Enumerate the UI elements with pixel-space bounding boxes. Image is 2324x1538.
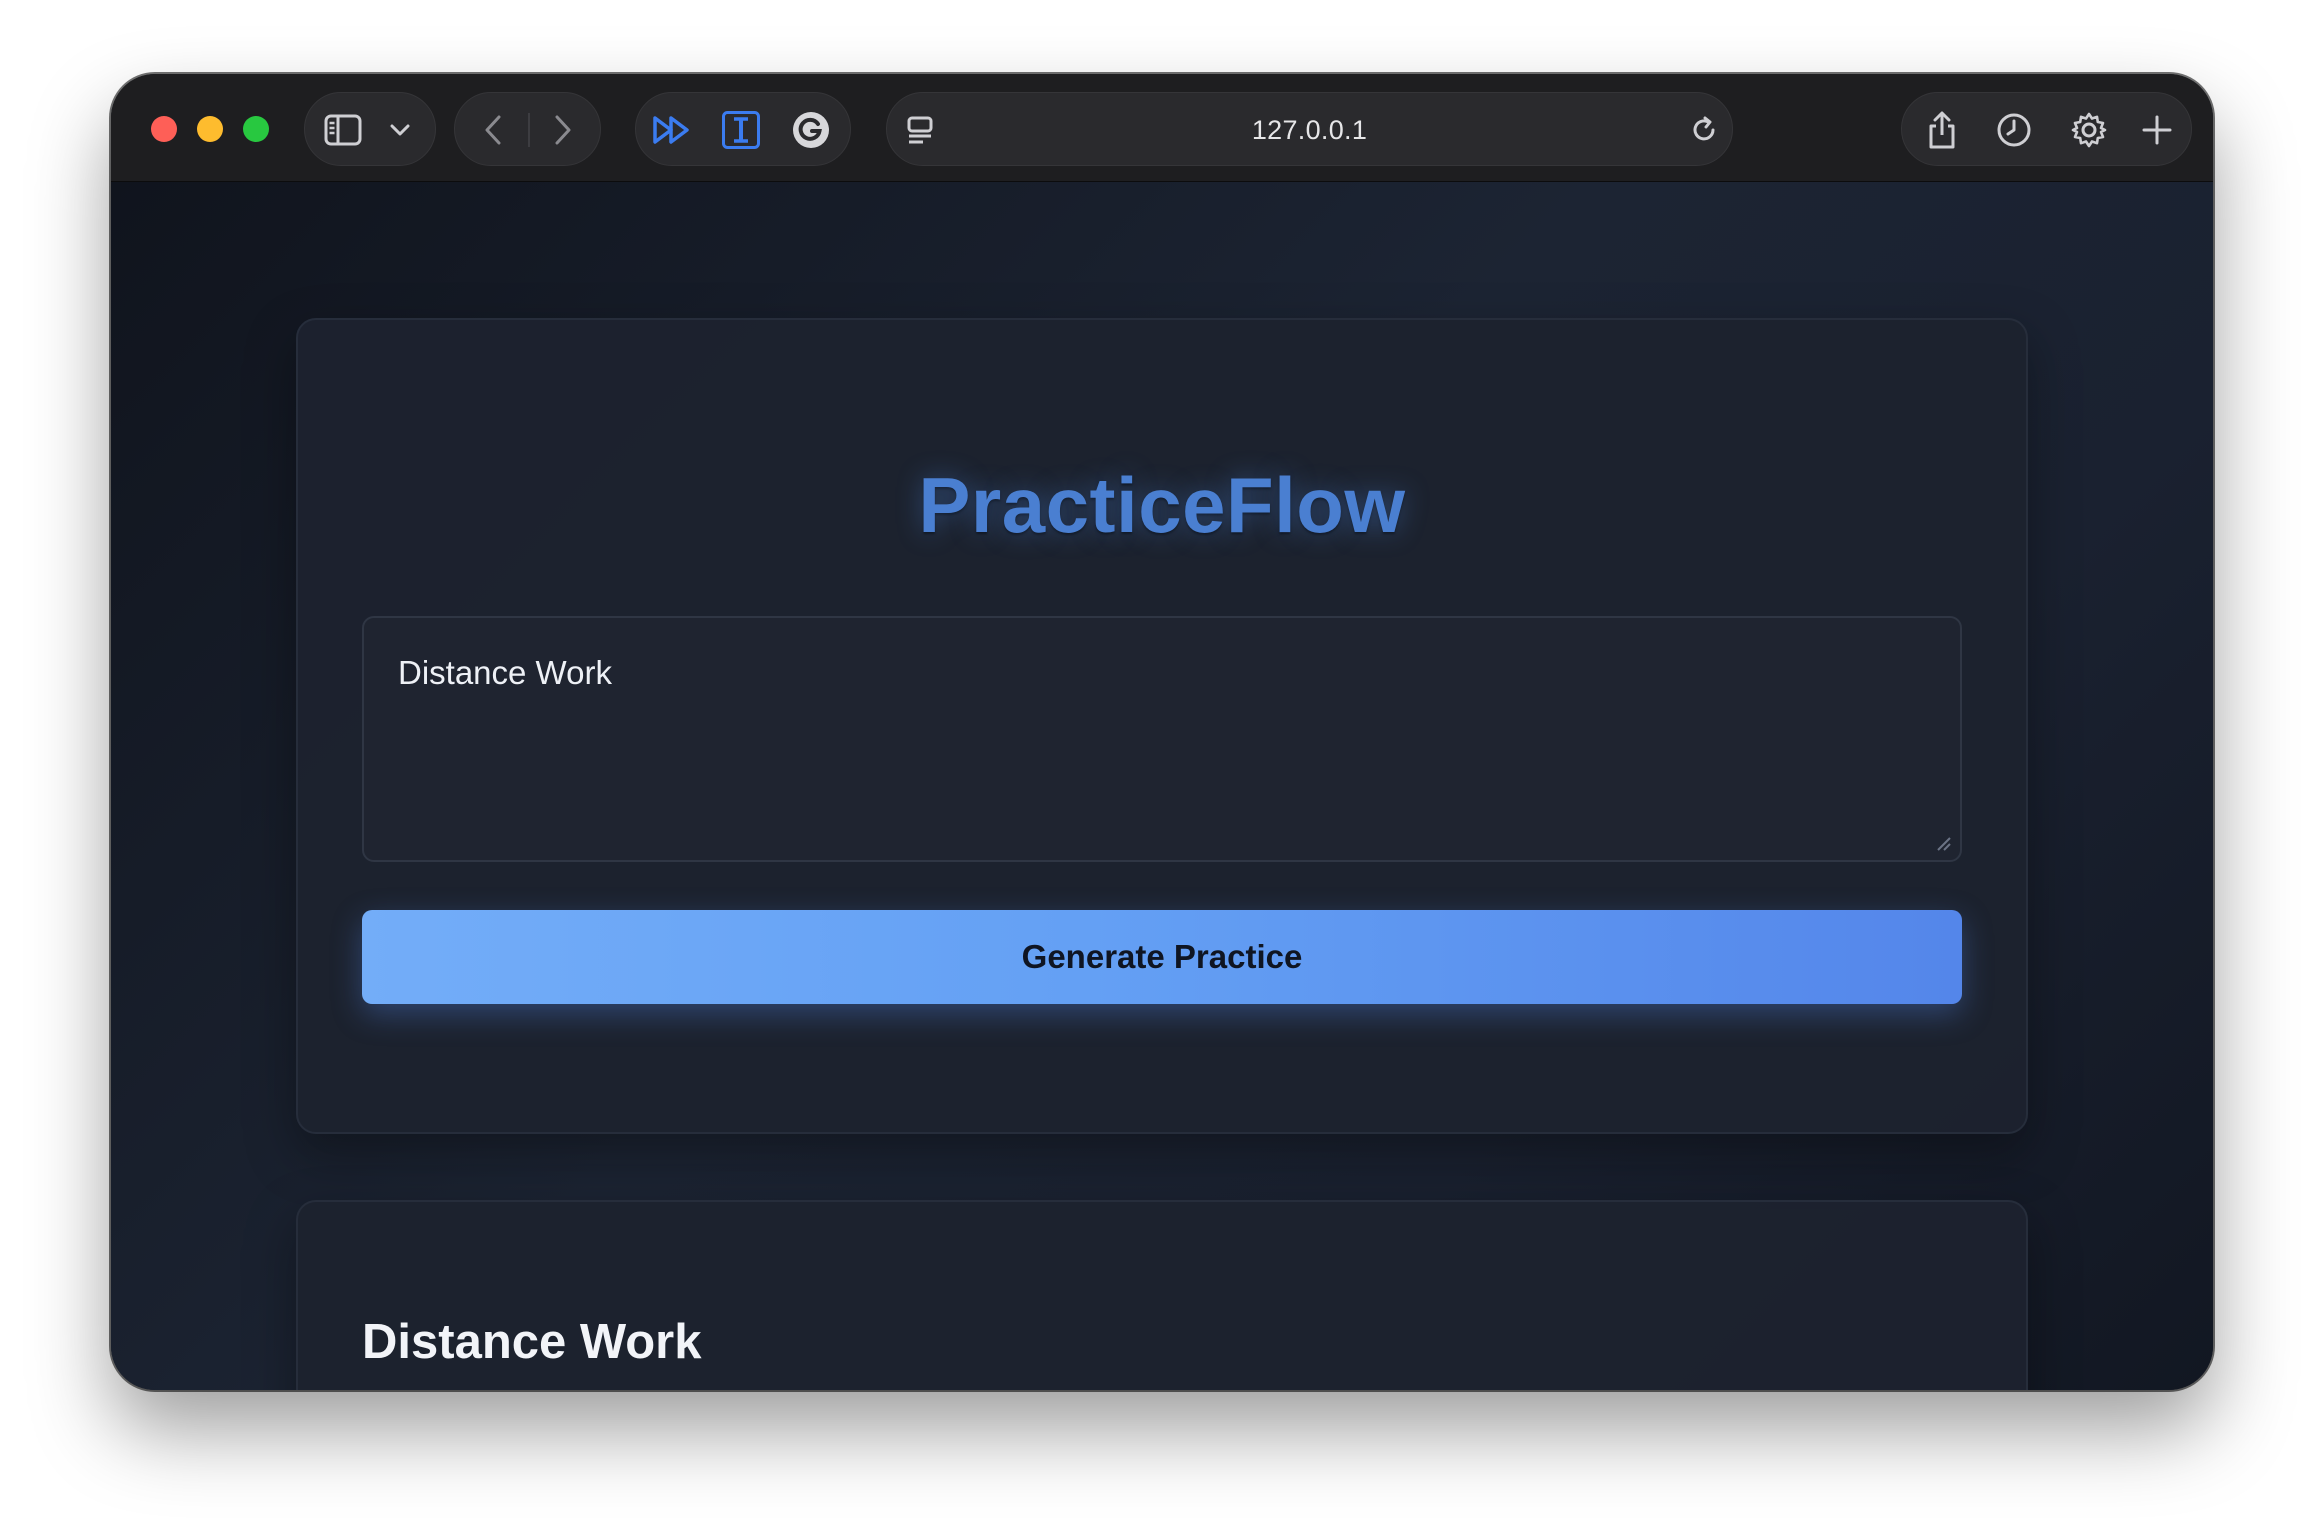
fast-forward-icon[interactable] xyxy=(650,110,694,150)
url-text[interactable]: 127.0.0.1 xyxy=(887,93,1732,167)
page-viewport: PracticeFlow Distance Work Generate Prac… xyxy=(111,182,2213,1390)
browser-window: 127.0.0.1 PracticeFlow Distance Work Gen… xyxy=(111,74,2213,1390)
app-title: PracticeFlow xyxy=(918,461,1406,549)
toolbar-actions-group xyxy=(1901,92,2192,166)
reload-icon[interactable] xyxy=(1687,113,1721,147)
minimize-window-button[interactable] xyxy=(197,116,223,142)
sidebar-toggle-icon[interactable] xyxy=(323,111,363,149)
share-icon[interactable] xyxy=(1922,109,1962,151)
plus-icon[interactable] xyxy=(2138,111,2176,149)
browser-toolbar: 127.0.0.1 xyxy=(111,74,2213,182)
close-window-button[interactable] xyxy=(151,116,177,142)
chevron-left-icon[interactable] xyxy=(475,111,511,149)
resize-grip-icon[interactable] xyxy=(1934,834,1952,857)
generator-card: PracticeFlow Distance Work Generate Prac… xyxy=(296,318,2028,1134)
result-heading: Distance Work xyxy=(362,1315,702,1369)
zoom-window-button[interactable] xyxy=(243,116,269,142)
clock-icon[interactable] xyxy=(1994,110,2034,150)
sidebar-control-group xyxy=(304,92,436,166)
chevron-right-icon[interactable] xyxy=(545,111,581,149)
chevron-down-icon[interactable] xyxy=(385,117,415,143)
address-bar[interactable]: 127.0.0.1 xyxy=(886,92,1733,166)
topic-input[interactable]: Distance Work xyxy=(362,616,1962,862)
grammarly-g-icon[interactable] xyxy=(790,109,832,151)
extensions-group xyxy=(635,92,851,166)
result-card: Distance Work xyxy=(296,1200,2028,1390)
generate-practice-button[interactable]: Generate Practice xyxy=(362,910,1962,1004)
gear-icon[interactable] xyxy=(2068,109,2110,151)
text-cursor-icon[interactable] xyxy=(720,109,762,151)
nav-divider xyxy=(528,113,530,147)
navigation-group xyxy=(454,92,601,166)
